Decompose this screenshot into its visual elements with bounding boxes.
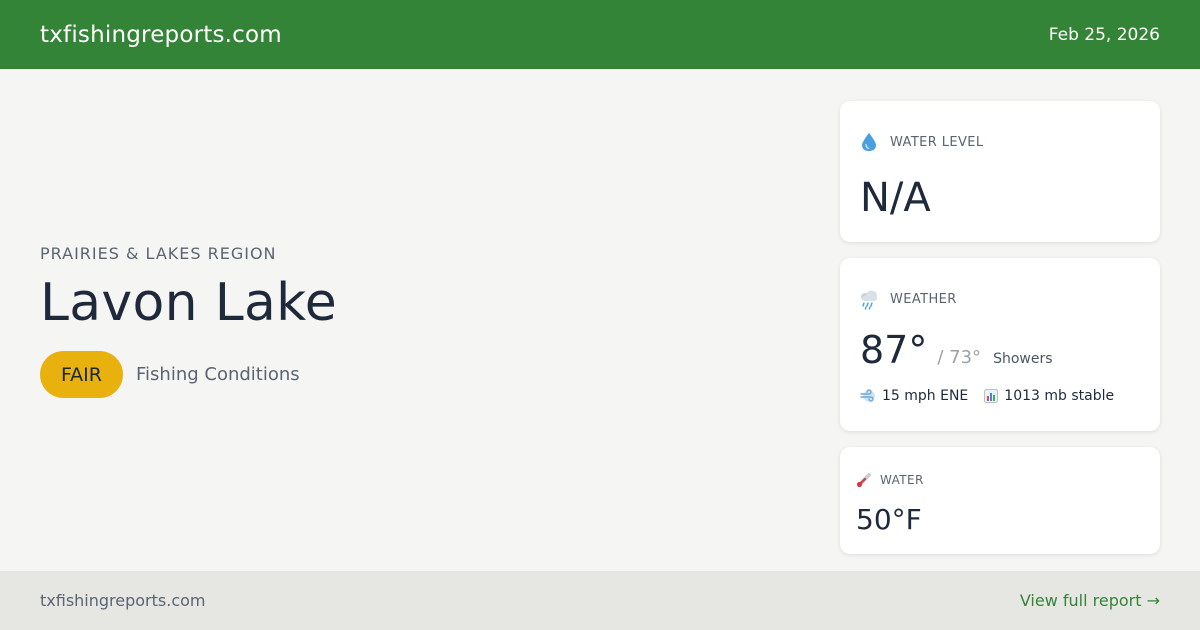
site-header: txfishingreports.com Feb 25, 2026 [0, 0, 1200, 69]
weather-header: WEATHER [858, 288, 957, 310]
pressure-value: 1013 mb stable [1004, 388, 1115, 404]
status-row: FAIR Fishing Conditions [40, 351, 800, 398]
weather-label: WEATHER [890, 291, 957, 307]
water-level-header: WATER LEVEL [860, 132, 984, 152]
water-temp-card: WATER 50°F [840, 447, 1160, 554]
rain-cloud-icon [858, 288, 880, 310]
site-footer: txfishingreports.com View full report → [0, 571, 1200, 630]
weather-condition: Showers [993, 351, 1053, 367]
view-full-report-link[interactable]: View full report → [1020, 591, 1160, 610]
water-level-value: N/A [860, 175, 931, 221]
pressure-info: 1013 mb stable [984, 388, 1114, 404]
water-temp-label: WATER [880, 473, 924, 487]
status-badge: FAIR [40, 351, 123, 398]
status-label: Fishing Conditions [136, 364, 300, 385]
temp-high: 87° [860, 328, 928, 372]
site-title[interactable]: txfishingreports.com [40, 22, 282, 48]
water-temp-value: 50°F [856, 503, 922, 536]
temperature-row: 87° / 73° Showers [860, 328, 1053, 372]
thermometer-icon [856, 472, 872, 488]
water-level-card: WATER LEVEL N/A [840, 101, 1160, 242]
water-temp-header: WATER [856, 472, 924, 488]
bar-chart-icon [984, 389, 999, 403]
lake-name: Lavon Lake [40, 273, 337, 333]
report-date: Feb 25, 2026 [1048, 24, 1160, 45]
lake-summary: PRAIRIES & LAKES REGION Lavon Lake FAIR … [40, 244, 800, 398]
temp-low: / 73° [937, 347, 982, 368]
weather-card: WEATHER 87° / 73° Showers 15 mph ENE 101… [840, 258, 1160, 431]
weather-meta: 15 mph ENE 1013 mb stable [860, 388, 1130, 404]
wind-value: 15 mph ENE [882, 388, 969, 404]
water-drop-icon [860, 132, 878, 152]
footer-site-name: txfishingreports.com [40, 591, 206, 610]
wind-info: 15 mph ENE [860, 388, 968, 404]
region-label: PRAIRIES & LAKES REGION [40, 244, 277, 263]
wind-icon [860, 389, 876, 403]
water-level-label: WATER LEVEL [890, 134, 984, 150]
